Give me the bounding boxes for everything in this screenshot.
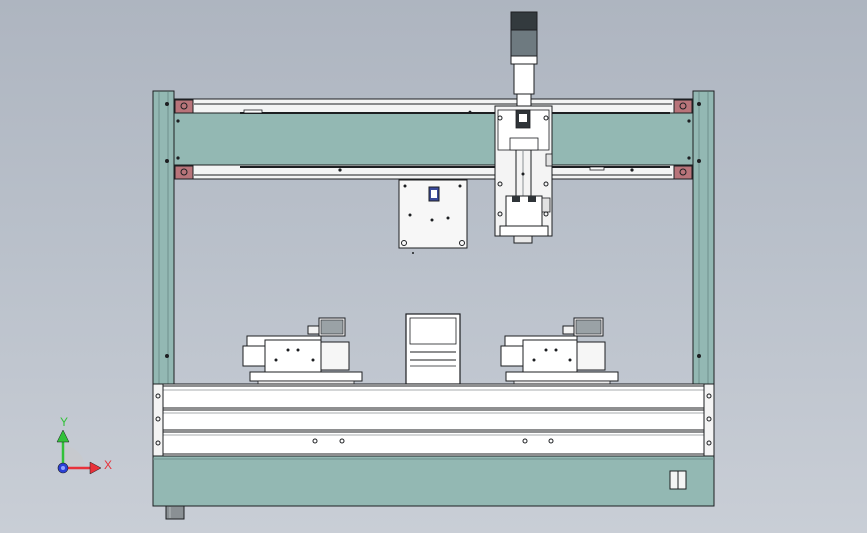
cad-viewport[interactable]: Y X <box>0 0 867 533</box>
mounting-plate <box>398 179 468 254</box>
bracket-top-left <box>174 99 194 114</box>
left-column <box>152 90 175 386</box>
right-column <box>692 90 715 386</box>
bracket-bottom-right <box>673 165 693 180</box>
right-fixture <box>500 317 619 386</box>
base-rail-1 <box>162 385 705 409</box>
z-axis-module <box>494 11 553 244</box>
cabinet <box>152 455 715 507</box>
x-axis-arrow <box>89 461 102 475</box>
coordinate-triad <box>56 429 102 475</box>
cross-beam <box>173 98 694 180</box>
y-axis-arrow <box>56 429 70 443</box>
center-box <box>405 313 461 385</box>
foot <box>165 505 185 520</box>
y-axis-label: Y <box>60 415 68 429</box>
left-fixture <box>242 317 363 386</box>
z-motor <box>510 11 538 31</box>
bracket-bottom-left <box>174 165 194 180</box>
bracket-top-right <box>673 99 693 114</box>
base-table <box>152 383 715 520</box>
x-axis-label: X <box>104 458 112 472</box>
